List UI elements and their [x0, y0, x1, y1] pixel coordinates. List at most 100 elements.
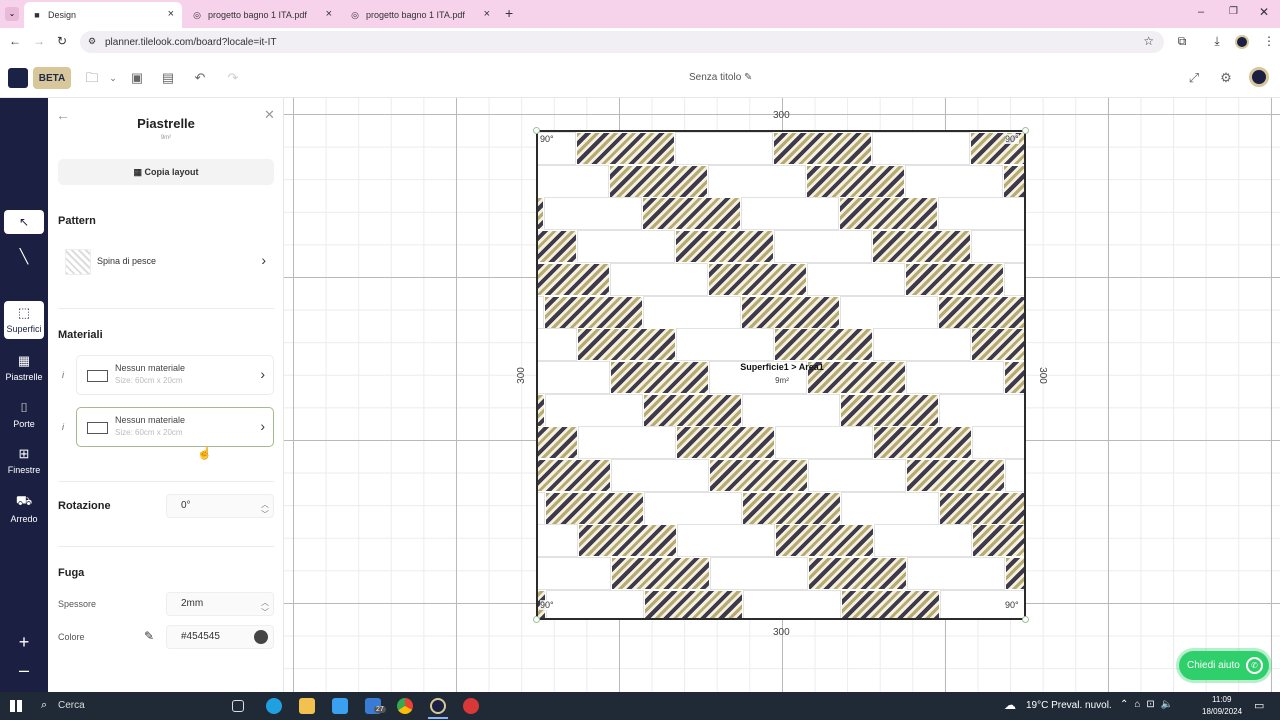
plain-tile: [643, 295, 741, 329]
download-icon[interactable]: ⤓: [1209, 34, 1225, 49]
plain-tile: [808, 459, 906, 492]
tile-outline-icon: [87, 370, 108, 382]
edge-icon[interactable]: [266, 698, 282, 714]
rail-item-piastrelle[interactable]: ▦ Piastrelle: [4, 353, 44, 387]
tab-list-chevron-icon[interactable]: ⌄: [5, 7, 19, 21]
windows-start-icon[interactable]: [10, 700, 22, 712]
save-icon[interactable]: ▣: [128, 69, 146, 87]
rotation-value: 0°: [181, 500, 191, 511]
rail-item-porte[interactable]: ⌷ Porte: [4, 400, 44, 434]
help-chat-button[interactable]: Chiedi aiuto ✆: [1179, 651, 1269, 680]
chrome-profile-icon[interactable]: [430, 698, 446, 714]
restore-icon[interactable]: ❐: [1229, 6, 1238, 17]
pdf-export-icon[interactable]: ▤: [159, 69, 177, 87]
file-explorer-icon[interactable]: [299, 698, 315, 714]
left-tool-rail: ↖ ╲ ⬚ Superfici ▦ Piastrelle ⌷ Porte ⊞ Fines…: [0, 98, 48, 692]
tiled-surface[interactable]: [536, 130, 1026, 620]
plain-tile: [1004, 262, 1024, 296]
spinner-down-icon[interactable]: ﹀: [261, 504, 269, 526]
chrome-app-icon[interactable]: [463, 698, 479, 714]
task-view-icon[interactable]: [232, 700, 244, 712]
close-icon[interactable]: ×: [168, 8, 174, 20]
area-label: Superficie1 > Area1: [740, 362, 824, 372]
tilelook-logo-icon[interactable]: [8, 68, 28, 88]
tray-icons[interactable]: ⌃⌂⊡🔈: [1120, 699, 1179, 710]
fullscreen-icon[interactable]: ⤢: [1185, 69, 1203, 87]
material-card-1[interactable]: Nessun materiale Size: 60cm x 20cm ›: [76, 355, 274, 395]
document-title[interactable]: Senza titolo ✎: [689, 72, 752, 83]
plain-tile: [538, 491, 545, 525]
weather-text[interactable]: 19°C Preval. nuvol.: [1026, 700, 1112, 711]
profile-avatar[interactable]: [1235, 35, 1249, 49]
rotation-input[interactable]: 0° ︿ ﹀: [166, 494, 274, 519]
undo-icon[interactable]: ↶: [191, 69, 209, 87]
clock-date[interactable]: 18/09/2024: [1202, 707, 1242, 716]
plain-tile: [742, 393, 840, 427]
forward-icon[interactable]: →: [31, 34, 47, 48]
striped-tile: [544, 295, 643, 329]
edit-pencil-icon[interactable]: ✎: [744, 72, 752, 83]
spinner-down-icon[interactable]: ﹀: [261, 602, 269, 624]
rail-item-finestre[interactable]: ⊞ Finestre: [4, 446, 44, 480]
striped-tile: [538, 393, 545, 427]
back-icon[interactable]: ←: [7, 34, 23, 48]
minimize-icon[interactable]: –: [1198, 6, 1204, 18]
line-tool-button[interactable]: ╲: [4, 244, 44, 268]
new-tab-icon[interactable]: +: [505, 5, 513, 21]
window-close-icon[interactable]: ✕: [1259, 5, 1269, 19]
bookmark-star-icon[interactable]: ☆: [1143, 34, 1154, 48]
color-input[interactable]: #454545: [166, 625, 274, 649]
chrome-icon[interactable]: [397, 698, 413, 714]
rail-item-arredo[interactable]: ⛟ Arredo: [4, 493, 44, 527]
thickness-input[interactable]: 2mm ︿ ﹀: [166, 592, 274, 617]
tab-design[interactable]: ■ Design ×: [24, 2, 182, 28]
striped-tile: [576, 132, 675, 165]
clock-time[interactable]: 11:09: [1212, 695, 1231, 704]
close-icon[interactable]: ×: [484, 8, 490, 20]
select-tool-button[interactable]: ↖: [4, 210, 44, 234]
reload-icon[interactable]: ↻: [54, 34, 70, 48]
striped-tile: [873, 426, 972, 460]
striped-tile: [938, 295, 1024, 329]
copy-layout-button[interactable]: ▦ Copia layout: [58, 159, 274, 185]
eyedropper-icon[interactable]: ✎: [144, 629, 154, 643]
corner-handle[interactable]: [1022, 616, 1029, 623]
browser-menu-icon[interactable]: ⋮: [1261, 34, 1277, 48]
tab-pdf-1[interactable]: ◎ progetto bagno 1 ITA.pdf ×: [184, 2, 340, 28]
rail-item-superfici[interactable]: ⬚ Superfici: [4, 301, 44, 339]
settings-gear-icon[interactable]: ⚙: [1217, 69, 1235, 87]
user-avatar[interactable]: [1249, 67, 1269, 87]
chevron-down-icon[interactable]: ⌄: [104, 69, 122, 87]
url-field[interactable]: ⚙ planner.tilelook.com/board?locale=it-I…: [80, 31, 1164, 53]
store-icon[interactable]: [332, 698, 348, 714]
notifications-icon[interactable]: ▭: [1254, 699, 1264, 712]
zoom-in-button[interactable]: +: [4, 632, 44, 653]
close-icon[interactable]: ×: [326, 8, 332, 20]
redo-icon[interactable]: ↷: [224, 69, 242, 87]
color-swatch[interactable]: [254, 630, 268, 644]
design-canvas[interactable]: 300 300 300 300 90° 90° 90° 90° Superfic…: [284, 98, 1280, 692]
material-size: Size: 60cm x 20cm: [115, 376, 183, 385]
corner-handle[interactable]: [533, 127, 540, 134]
corner-handle[interactable]: [1022, 127, 1029, 134]
tab-label: progetto bagno 1 ITA.pdf: [366, 10, 465, 20]
divider: [58, 546, 274, 547]
copy-layout-icon: ▦: [133, 167, 142, 177]
info-icon[interactable]: i: [62, 422, 64, 432]
extensions-icon[interactable]: ⧉: [1174, 34, 1190, 49]
pattern-selector[interactable]: Spina di pesce ›: [58, 241, 274, 281]
search-icon[interactable]: ⌕: [41, 699, 47, 712]
tab-pdf-2[interactable]: ◎ progetto bagno 1 ITA.pdf ×: [342, 2, 498, 28]
info-icon[interactable]: i: [62, 370, 64, 380]
corner-handle[interactable]: [533, 616, 540, 623]
chevron-right-icon: ›: [261, 252, 266, 268]
folder-icon[interactable]: 🗀: [83, 69, 101, 87]
striped-tile: [839, 197, 938, 231]
site-info-icon[interactable]: ⚙: [88, 36, 96, 47]
zoom-out-button[interactable]: –: [4, 660, 44, 681]
thickness-label: Spessore: [58, 599, 97, 609]
taskbar-search[interactable]: Cerca: [58, 700, 85, 711]
striped-tile: [774, 328, 873, 362]
url-text: planner.tilelook.com/board?locale=it-IT: [105, 36, 277, 48]
material-card-2[interactable]: Nessun materiale Size: 60cm x 20cm ›: [76, 407, 274, 447]
